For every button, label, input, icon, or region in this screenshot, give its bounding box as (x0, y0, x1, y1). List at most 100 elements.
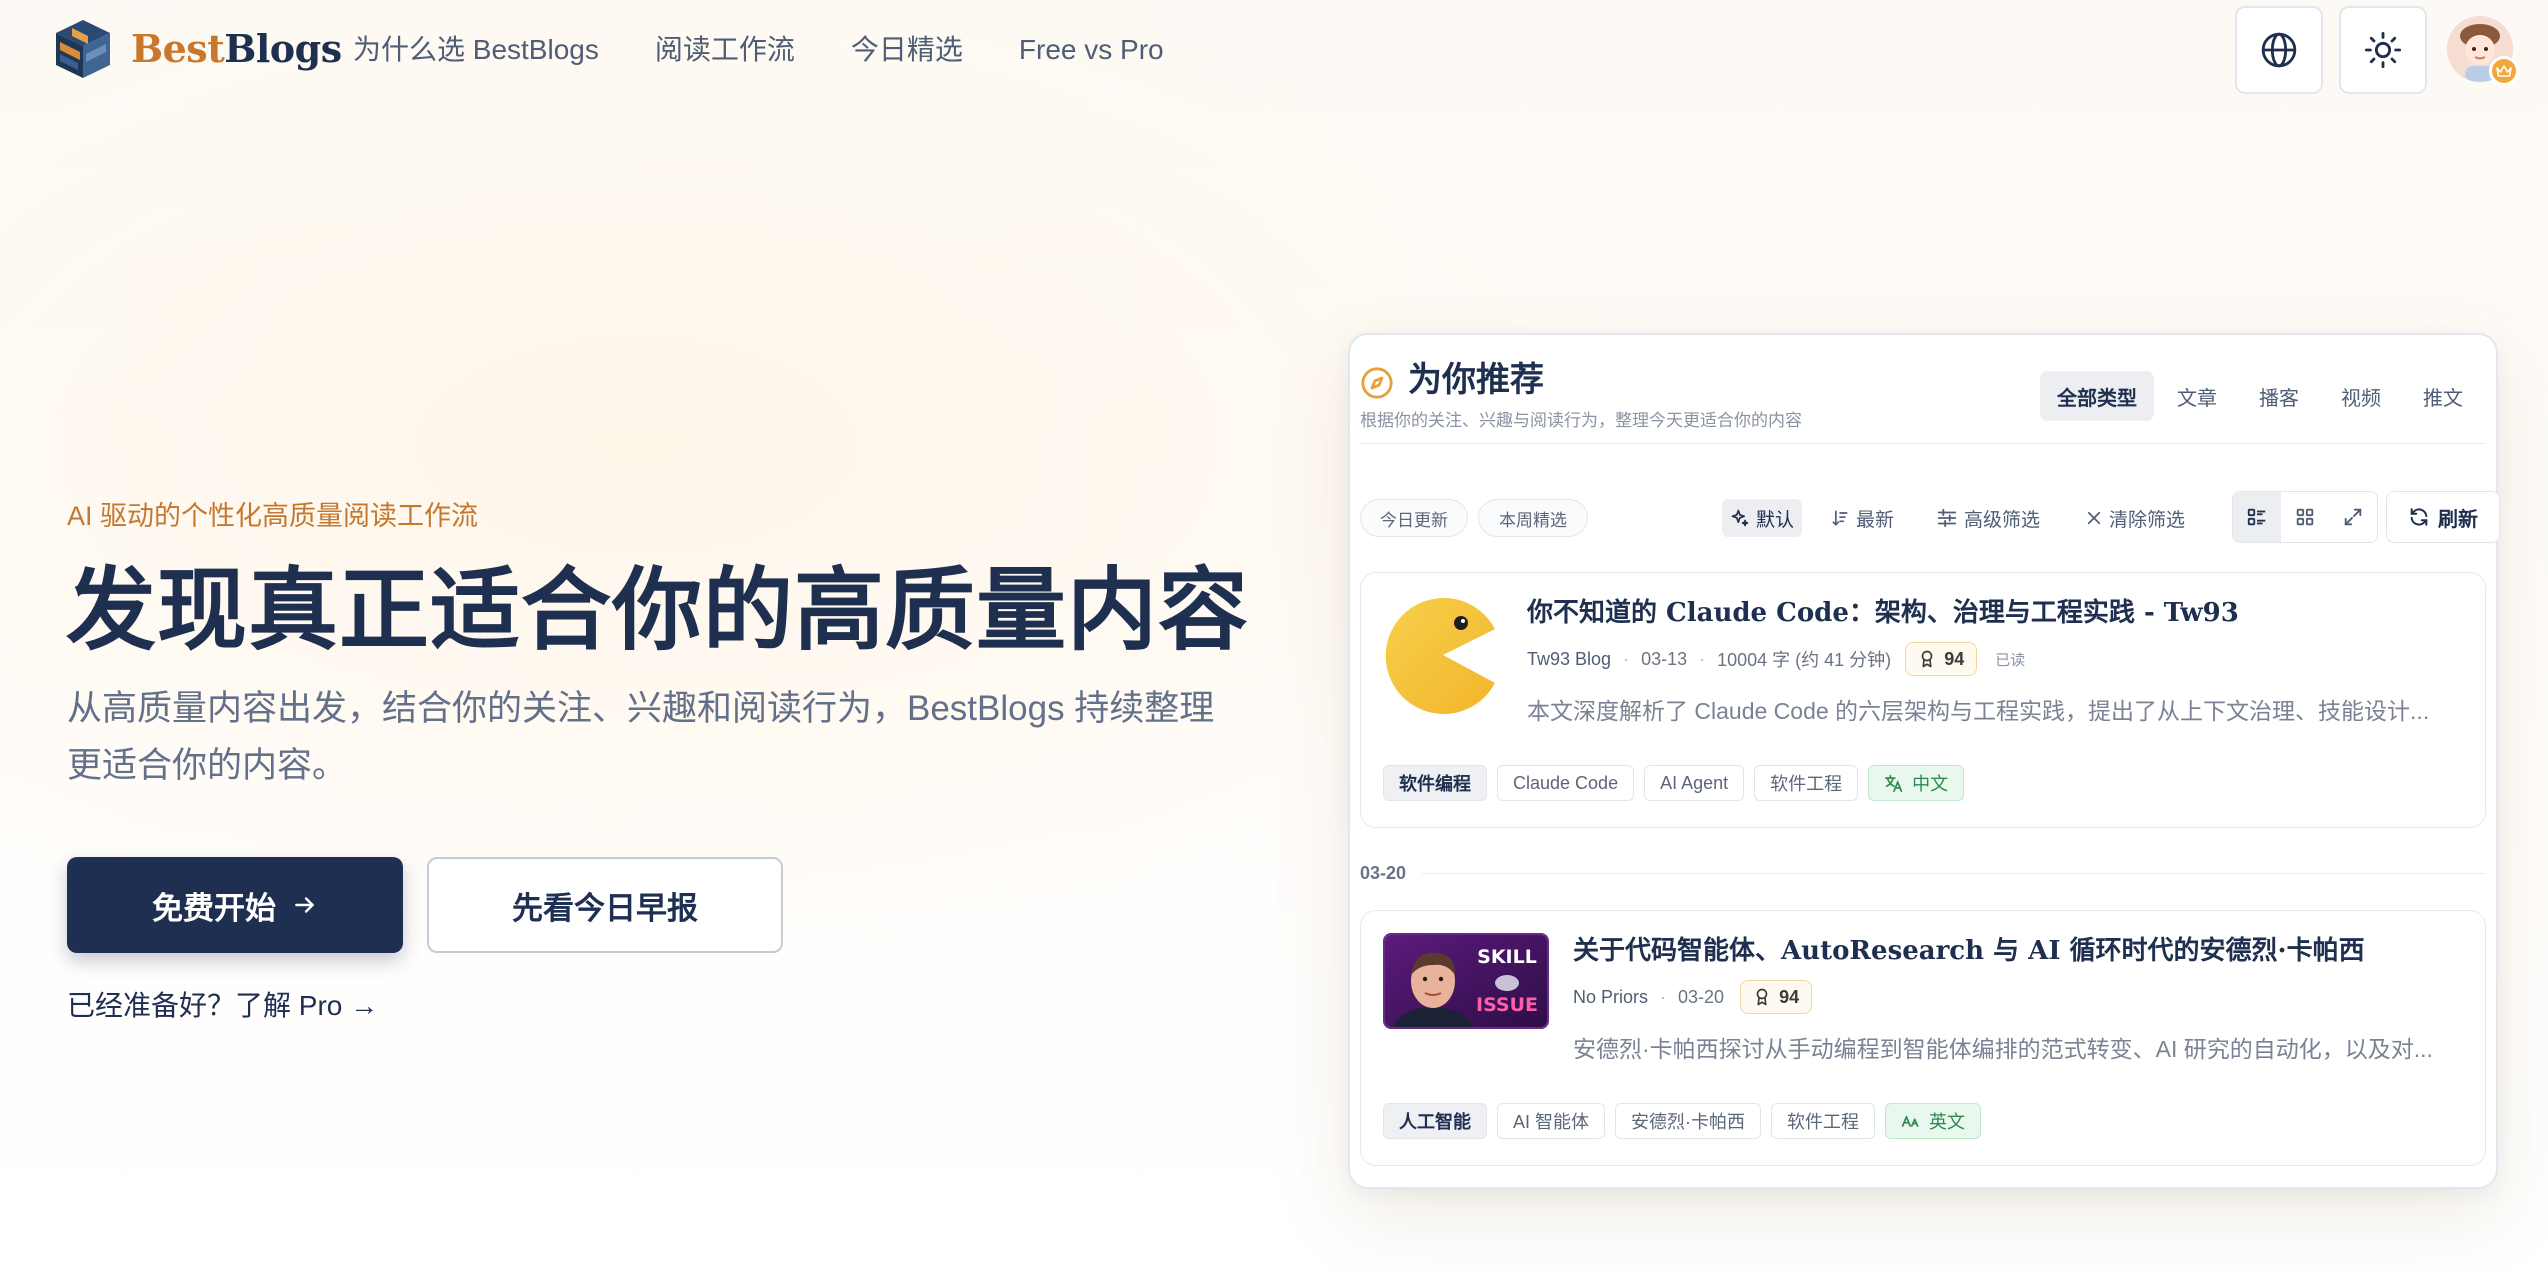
content-type-tabs: 全部类型 文章 播客 视频 推文 (2040, 371, 2488, 421)
thumb-text-skill: SKILL (1477, 946, 1537, 968)
nav-link-pricing[interactable]: Free vs Pro (1019, 30, 1164, 70)
sliders-icon (1937, 508, 1957, 528)
advanced-filter-button[interactable]: 高级筛选 (1928, 499, 2048, 537)
sort-latest-button[interactable]: 最新 (1822, 499, 1902, 537)
tag[interactable]: AI 智能体 (1497, 1103, 1606, 1139)
sort-default-label: 默认 (1756, 509, 1795, 531)
sun-icon (2364, 31, 2402, 69)
clear-filter-button[interactable]: 清除筛选 (2077, 499, 2193, 537)
tab-tweets[interactable]: 推文 (2406, 371, 2480, 421)
thumb-text-issue: ISSUE (1476, 994, 1538, 1016)
tag-category[interactable]: 软件编程 (1383, 765, 1487, 801)
date-separator-label: 03-20 (1360, 862, 1407, 883)
tab-articles[interactable]: 文章 (2160, 371, 2234, 421)
expand-icon[interactable] (2329, 492, 2377, 542)
sort-latest-label: 最新 (1856, 509, 1895, 531)
article-tags: 人工智能 AI 智能体 安德烈·卡帕西 软件工程 英文 (1383, 1103, 1982, 1139)
advanced-filter-label: 高级筛选 (1964, 509, 2041, 531)
panel-divider (1360, 443, 2486, 444)
article-thumbnail (1383, 595, 1503, 715)
tab-podcasts[interactable]: 播客 (2242, 371, 2316, 421)
list-view-icon[interactable] (2233, 492, 2281, 542)
score-badge: 94 (1905, 642, 1978, 676)
article-card[interactable]: 你不知道的 Claude Code：架构、治理与工程实践 - Tw93 Tw93… (1360, 572, 2486, 828)
article-length: 10004 字 (约 41 分钟) (1717, 650, 1892, 670)
nav-link-today[interactable]: 今日精选 (851, 30, 963, 70)
podcast-thumbnail: SKILL ISSUE (1383, 933, 1549, 1029)
article-date: 03-20 (1678, 986, 1725, 1007)
award-icon (1921, 650, 1933, 668)
refresh-button[interactable]: 刷新 (2386, 491, 2500, 543)
start-free-label: 免费开始 (152, 890, 276, 926)
filter-toolbar: 今日更新 本周精选 默认 最新 高级筛选 清除筛选 刷新 (1360, 491, 2500, 543)
language-label: 中文 (1912, 774, 1949, 794)
meta-separator: · (1660, 986, 1667, 1007)
tag-language[interactable]: 中文 (1868, 765, 1965, 801)
language-button[interactable] (2235, 6, 2323, 94)
crown-icon (2496, 65, 2512, 77)
tag-category[interactable]: 人工智能 (1383, 1103, 1487, 1139)
tag[interactable]: Claude Code (1497, 765, 1635, 801)
tag[interactable]: 安德烈·卡帕西 (1615, 1103, 1762, 1139)
article-card[interactable]: SKILL ISSUE 关于代码智能体、AutoResearch 与 AI 循环… (1360, 910, 2486, 1166)
date-separator: 03-20 (1360, 861, 2486, 885)
translate-icon (1885, 774, 1903, 792)
top-navbar: BestBlogs 为什么选 BestBlogs 阅读工作流 今日精选 Free… (0, 0, 2548, 100)
article-tags: 软件编程 Claude Code AI Agent 软件工程 中文 (1383, 765, 1965, 801)
refresh-label: 刷新 (2438, 508, 2478, 531)
hero-subtitle: 从高质量内容出发，结合你的关注、兴趣和阅读行为，BestBlogs 持续整理更适… (67, 689, 1215, 785)
brand-name-part2: Blogs (224, 26, 342, 71)
article-source[interactable]: No Priors (1573, 987, 1648, 1008)
score-value: 94 (1944, 648, 1965, 669)
award-icon (1756, 988, 1768, 1006)
article-meta: Tw93 Blog · 03-13 · 10004 字 (约 41 分钟) 94… (1527, 641, 2025, 677)
article-summary: 安德烈·卡帕西探讨从手动编程到智能体编排的范式转变、AI 研究的自动化，以及对.… (1573, 1036, 2433, 1062)
arrow-right-icon (295, 897, 314, 913)
article-meta: No Priors · 03-20 94 (1573, 979, 1813, 1015)
brand-name[interactable]: BestBlogs (131, 26, 342, 72)
view-mode-group (2232, 491, 2378, 543)
close-icon (2087, 511, 2101, 525)
learn-pro-link[interactable]: 已经准备好？了解 Pro → (67, 988, 378, 1024)
nav-link-workflow[interactable]: 阅读工作流 (655, 30, 795, 70)
meta-separator: · (1699, 648, 1706, 669)
letter-case-icon (1901, 1116, 1919, 1127)
read-status: 已读 (1995, 651, 2026, 669)
article-source[interactable]: Tw93 Blog (1527, 649, 1611, 670)
score-value: 94 (1779, 986, 1800, 1007)
refresh-icon (2410, 508, 2428, 526)
grid-view-icon[interactable] (2281, 492, 2329, 542)
daily-brief-button[interactable]: 先看今日早报 (427, 857, 783, 953)
article-summary: 本文深度解析了 Claude Code 的六层架构与工程实践，提出了从上下文治理… (1527, 698, 2430, 724)
start-free-button[interactable]: 免费开始 (67, 857, 403, 953)
tab-all-types[interactable]: 全部类型 (2040, 371, 2154, 421)
article-title[interactable]: 关于代码智能体、AutoResearch 与 AI 循环时代的安德烈·卡帕西 (1573, 931, 2365, 971)
globe-icon (2261, 32, 2297, 68)
article-date: 03-13 (1641, 648, 1688, 669)
sort-default-button[interactable]: 默认 (1722, 499, 1803, 537)
recommendation-panel: 为你推荐 根据你的关注、兴趣与阅读行为，整理今天更适合你的内容 全部类型 文章 … (1348, 333, 2500, 1189)
user-avatar[interactable] (2447, 16, 2519, 86)
tag-language[interactable]: 英文 (1885, 1103, 1982, 1139)
language-label: 英文 (1929, 1112, 1966, 1132)
chip-today-updates[interactable]: 今日更新 (1360, 499, 1468, 537)
sort-icon (1832, 510, 1848, 526)
date-separator-line (1422, 872, 2486, 874)
hero-eyebrow: AI 驱动的个性化高质量阅读工作流 (67, 501, 479, 531)
theme-toggle-button[interactable] (2339, 6, 2427, 94)
tag[interactable]: 软件工程 (1771, 1103, 1876, 1139)
bestblogs-logo-icon[interactable] (50, 16, 116, 82)
brand-name-part1: Best (131, 26, 225, 71)
article-title[interactable]: 你不知道的 Claude Code：架构、治理与工程实践 - Tw93 (1527, 593, 2239, 633)
pro-badge (2489, 56, 2519, 86)
tag[interactable]: 软件工程 (1754, 765, 1859, 801)
meta-separator: · (1623, 648, 1630, 669)
hero-title: 发现真正适合你的高质量内容 (66, 557, 1249, 663)
score-badge: 94 (1740, 980, 1813, 1014)
tab-videos[interactable]: 视频 (2324, 371, 2398, 421)
panel-title: 为你推荐 (1408, 360, 1544, 400)
nav-link-why[interactable]: 为什么选 BestBlogs (353, 30, 599, 70)
tag[interactable]: AI Agent (1644, 765, 1745, 801)
chip-weekly-picks[interactable]: 本周精选 (1478, 499, 1588, 537)
main-nav: 为什么选 BestBlogs 阅读工作流 今日精选 Free vs Pro (353, 30, 1164, 70)
